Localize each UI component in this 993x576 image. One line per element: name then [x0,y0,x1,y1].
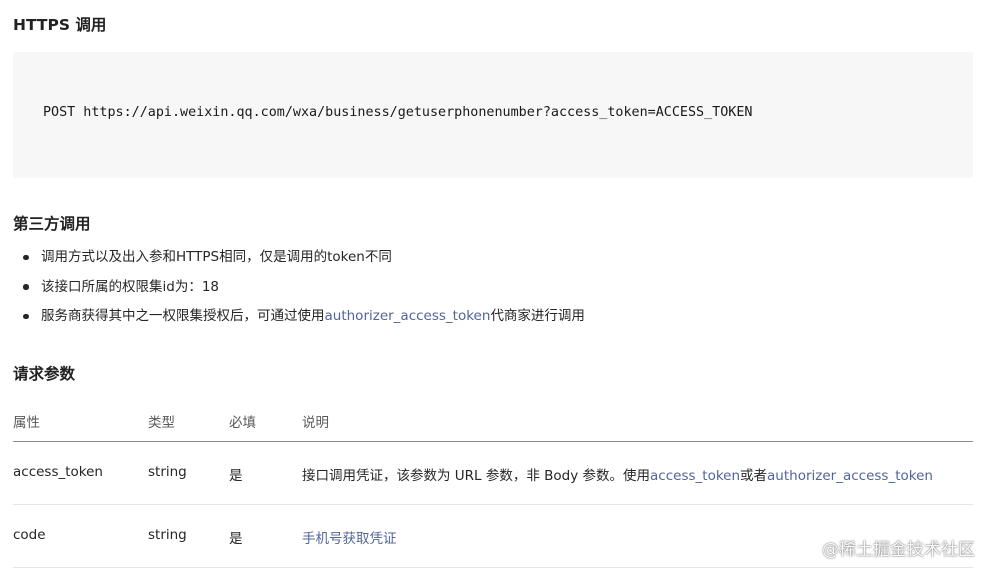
column-header-attribute: 属性 [13,415,40,431]
param-type: string [148,527,187,543]
phone-code-credential-link[interactable]: 手机号获取凭证 [302,531,397,547]
desc-text: 接口调用凭证，该参数为 URL 参数，非 Body 参数。使用 [302,468,651,484]
access-token-link[interactable]: access_token [650,468,740,484]
param-required: 是 [229,468,243,484]
code-block: POST https://api.weixin.qq.com/wxa/busin… [13,52,973,178]
heading-third-party-call: 第三方调用 [13,215,91,233]
bullet-text: 该接口所属的权限集id为：18 [41,278,219,295]
column-header-required: 必填 [229,415,256,431]
code-line: POST https://api.weixin.qq.com/wxa/busin… [43,105,753,120]
column-header-description: 说明 [302,415,329,431]
param-description: 接口调用凭证，该参数为 URL 参数，非 Body 参数。使用access_to… [302,464,933,484]
bullet-item: 调用方式以及出入参和HTTPS相同，仅是调用的token不同 [22,247,585,277]
param-name: code [13,527,46,543]
bullet-item: 该接口所属的权限集id为：18 [22,277,585,307]
bullet-text-tail: 代商家进行调用 [490,308,585,324]
doc-page: HTTPS 调用 POST https://api.weixin.qq.com/… [0,0,993,576]
param-description: 手机号获取凭证 [302,527,397,547]
param-type: string [148,464,187,480]
table-row: access_token string 是 接口调用凭证，该参数为 URL 参数… [13,442,973,505]
table-header-row: 属性 类型 必填 说明 [13,398,973,442]
bullet-text: 调用方式以及出入参和HTTPS相同，仅是调用的token不同 [41,249,392,265]
desc-text-or: 或者 [740,468,768,484]
param-name: access_token [13,464,103,480]
column-header-type: 类型 [148,415,175,431]
bullet-dot-icon [23,313,29,319]
authorizer-access-token-link[interactable]: authorizer_access_token [767,468,933,484]
heading-https-call: HTTPS 调用 [13,16,107,34]
bullet-text: 服务商获得其中之一权限集授权后，可通过使用 [41,308,325,324]
third-party-bullet-list: 调用方式以及出入参和HTTPS相同，仅是调用的token不同 该接口所属的权限集… [22,247,585,336]
bullet-dot-icon [23,254,29,260]
bullet-item: 服务商获得其中之一权限集授权后，可通过使用authorizer_access_t… [22,306,585,336]
authorizer-access-token-link[interactable]: authorizer_access_token [325,308,491,324]
watermark: @稀土掘金技术社区 [822,540,975,560]
bullet-dot-icon [23,284,29,290]
param-required: 是 [229,531,243,547]
heading-request-params: 请求参数 [13,365,76,383]
